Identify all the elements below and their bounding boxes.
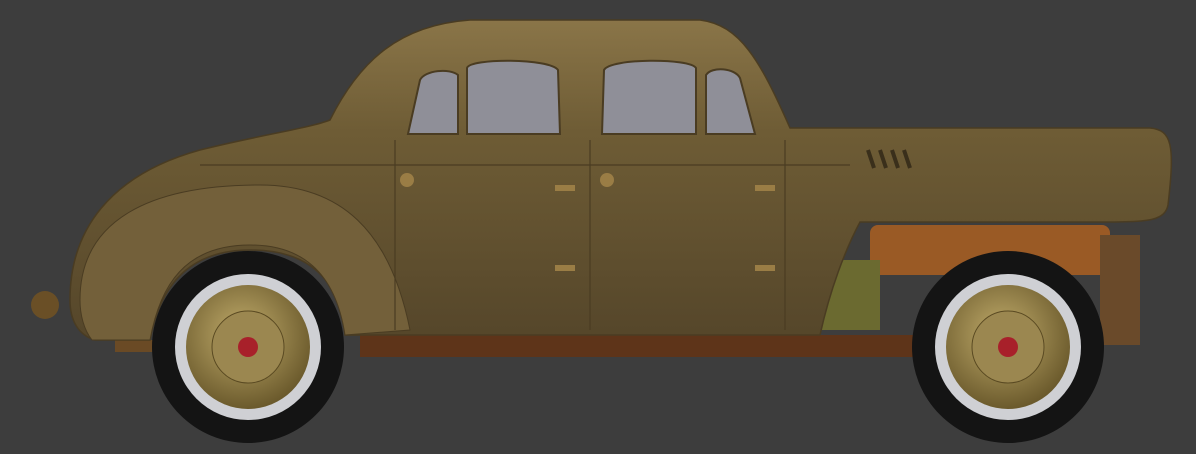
car-render xyxy=(31,19,1173,443)
window-2 xyxy=(466,59,562,135)
hub-cap xyxy=(238,337,258,357)
wheel-rear xyxy=(912,251,1104,443)
window-3 xyxy=(600,59,697,135)
3d-viewport[interactable] xyxy=(0,0,1196,454)
front-bumper xyxy=(31,291,59,319)
hub-cap xyxy=(998,337,1018,357)
handle-front xyxy=(400,173,414,187)
wheel-front xyxy=(152,251,344,443)
handle-rear xyxy=(600,173,614,187)
